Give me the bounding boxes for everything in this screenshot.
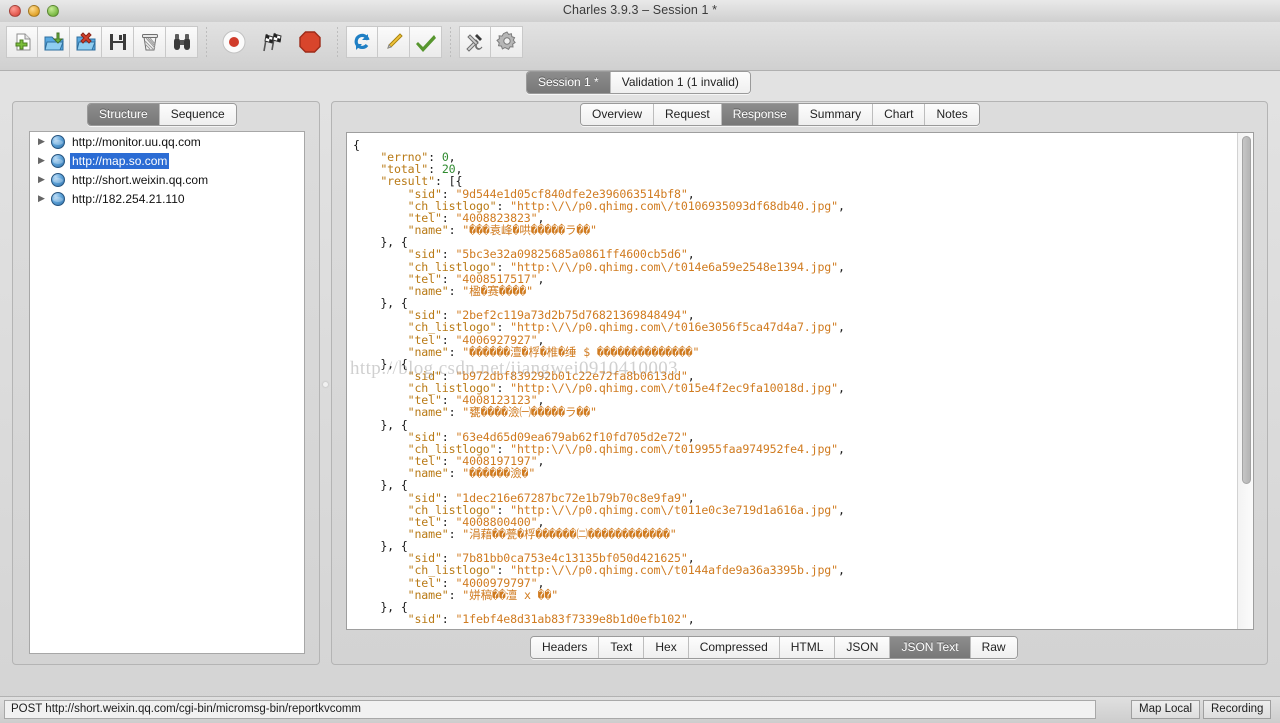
view-tab-text[interactable]: Text (598, 637, 644, 658)
globe-icon (51, 172, 65, 187)
globe-icon (51, 191, 65, 206)
recording-group (215, 26, 329, 58)
tab-summary[interactable]: Summary (797, 104, 873, 125)
binoculars-icon (171, 31, 193, 53)
window-titlebar: Charles 3.9.3 – Session 1 * (0, 0, 1280, 23)
clear-session-button[interactable] (134, 26, 166, 58)
status-url-field: POST http://short.weixin.qq.com/cgi-bin/… (4, 700, 1096, 719)
tab-response[interactable]: Response (720, 104, 798, 125)
tree-item-label: http://short.weixin.qq.com (72, 172, 209, 187)
tree-row[interactable]: ▶ http://182.254.21.110 (30, 189, 304, 208)
record-toggle-button[interactable] (215, 26, 253, 58)
toolbar-separator (337, 27, 338, 57)
view-tab-json[interactable]: JSON (834, 637, 890, 658)
repeat-arrows-icon (351, 31, 373, 53)
tools-group (346, 26, 442, 58)
map-local-button[interactable]: Map Local (1131, 700, 1201, 719)
tree-item-label: http://182.254.21.110 (72, 191, 185, 206)
tree-row[interactable]: ▶ http://short.weixin.qq.com (30, 170, 304, 189)
disclosure-triangle-icon[interactable]: ▶ (38, 189, 51, 208)
globe-icon (51, 153, 65, 168)
tab-notes[interactable]: Notes (924, 104, 979, 125)
stop-octagon-icon (297, 29, 323, 55)
view-tab-compressed[interactable]: Compressed (687, 637, 779, 658)
charles-app-window: Charles 3.9.3 – Session 1 * Session 1 * … (0, 0, 1280, 723)
open-folder-icon (43, 31, 65, 53)
globe-icon (51, 134, 65, 149)
throttle-button[interactable] (291, 26, 329, 58)
settings-button[interactable] (491, 26, 523, 58)
view-tab-hex[interactable]: Hex (643, 637, 688, 658)
new-session-button[interactable] (6, 26, 38, 58)
response-detail-tabs: Overview Request Response Summary Chart … (580, 103, 980, 126)
session-tab-session-1[interactable]: Session 1 * (527, 72, 610, 93)
view-tab-json-text[interactable]: JSON Text (889, 637, 970, 658)
validate-button[interactable] (410, 26, 442, 58)
repeat-button[interactable] (346, 26, 378, 58)
tab-request[interactable]: Request (653, 104, 721, 125)
recording-button[interactable]: Recording (1203, 700, 1272, 719)
tab-sequence[interactable]: Sequence (158, 104, 236, 125)
session-tabs: Session 1 * Validation 1 (1 invalid) (526, 71, 751, 94)
settings-group (459, 26, 523, 58)
checkered-flags-icon (259, 29, 285, 55)
file-group (6, 26, 198, 58)
disclosure-triangle-icon[interactable]: ▶ (38, 132, 51, 151)
tools-button[interactable] (459, 26, 491, 58)
toolbar-separator (206, 27, 207, 57)
detail-pane: { "errno": 0, "total": 20, "result": [{ … (331, 101, 1268, 665)
tab-chart[interactable]: Chart (872, 104, 925, 125)
json-text-scroll-area: { "errno": 0, "total": 20, "result": [{ … (347, 133, 1236, 629)
structure-sequence-tabs: Structure Sequence (87, 103, 237, 126)
tab-overview[interactable]: Overview (581, 104, 654, 125)
structure-pane: ▶ http://monitor.uu.qq.com ▶ http://map.… (12, 101, 320, 665)
gear-icon (495, 31, 518, 53)
json-text-content: { "errno": 0, "total": 20, "result": [{ … (353, 138, 845, 627)
session-tab-validation-1[interactable]: Validation 1 (1 invalid) (609, 72, 750, 93)
view-tab-html[interactable]: HTML (778, 637, 835, 658)
disclosure-triangle-icon[interactable]: ▶ (38, 170, 51, 189)
close-session-button[interactable] (70, 26, 102, 58)
toolbar-separator (450, 27, 451, 57)
new-document-icon (11, 31, 33, 53)
response-vertical-scrollbar[interactable] (1237, 133, 1253, 629)
host-tree[interactable]: ▶ http://monitor.uu.qq.com ▶ http://map.… (29, 131, 305, 654)
breakpoints-button[interactable] (253, 26, 291, 58)
view-tab-headers[interactable]: Headers (531, 637, 599, 658)
find-button[interactable] (166, 26, 198, 58)
disclosure-triangle-icon[interactable]: ▶ (38, 151, 51, 170)
green-check-icon (415, 31, 437, 53)
main-toolbar (0, 22, 1280, 71)
tree-item-label: http://map.so.com (70, 152, 170, 169)
floppy-disk-icon (107, 31, 129, 53)
open-session-button[interactable] (38, 26, 70, 58)
view-tab-raw[interactable]: Raw (969, 637, 1017, 658)
splitter-handle-icon (323, 382, 328, 387)
compose-button[interactable] (378, 26, 410, 58)
scrollbar-thumb[interactable] (1242, 136, 1251, 484)
record-dot-icon (221, 29, 247, 55)
tree-row[interactable]: ▶ http://map.so.com (30, 151, 304, 170)
pane-splitter[interactable] (320, 101, 331, 665)
window-title: Charles 3.9.3 – Session 1 * (562, 3, 718, 17)
response-body-view[interactable]: { "errno": 0, "total": 20, "result": [{ … (346, 132, 1254, 630)
tree-item-label: http://monitor.uu.qq.com (72, 134, 201, 149)
tree-row[interactable]: ▶ http://monitor.uu.qq.com (30, 132, 304, 151)
status-bar: POST http://short.weixin.qq.com/cgi-bin/… (0, 696, 1280, 723)
save-session-button[interactable] (102, 26, 134, 58)
hammer-wrench-icon (464, 31, 486, 53)
close-folder-icon (75, 31, 97, 53)
pencil-icon (383, 31, 405, 53)
response-view-tabs: Headers Text Hex Compressed HTML JSON JS… (530, 636, 1018, 659)
tab-structure[interactable]: Structure (88, 104, 159, 125)
trash-can-icon (139, 31, 161, 53)
